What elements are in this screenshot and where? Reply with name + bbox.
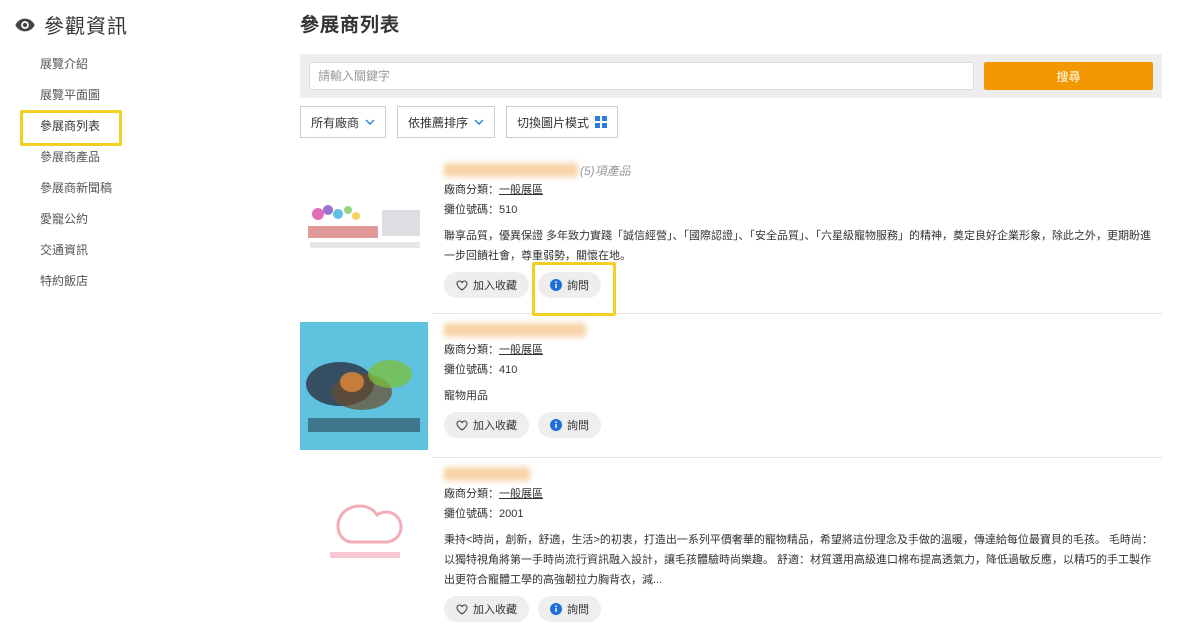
exhibitor-logo[interactable] — [300, 180, 428, 308]
eye-icon — [15, 18, 35, 31]
search-bar: 搜尋 — [300, 54, 1162, 98]
booth-number: 攤位號碼：410 — [444, 364, 518, 376]
inquiry-button[interactable]: 詢問 — [538, 596, 601, 622]
exhibitor-category: 廠商分類：一般展區 — [444, 184, 543, 196]
page-title: 參展商列表 — [300, 15, 401, 36]
exhibitor-category: 廠商分類：一般展區 — [444, 344, 543, 356]
info-icon — [550, 419, 562, 431]
sidebar-item-exhibitor-list[interactable]: 參展商列表 — [19, 110, 123, 149]
sort-label: 依推薦排序 — [408, 115, 469, 130]
chevron-down-icon — [474, 119, 484, 125]
exhibitor-logo[interactable] — [300, 468, 428, 596]
heart-icon — [456, 279, 468, 291]
sidebar-nav: 展覽介紹 展覽平面圖 參展商列表 參展商產品 參展商新聞稿 愛寵公約 交通資訊 … — [19, 56, 123, 304]
sidebar-item-partner-hotels[interactable]: 特約飯店 — [40, 273, 112, 304]
exhibitor-name[interactable] — [444, 163, 578, 177]
grid-icon — [595, 116, 608, 128]
heart-icon — [456, 603, 468, 615]
category-link[interactable]: 一般展區 — [499, 344, 543, 356]
inquiry-button[interactable]: 詢問 — [538, 272, 601, 298]
exhibitor-info: (5)項產品 廠商分類：一般展區 攤位號碼：510 聯享品質，優異保證 多年致力… — [444, 160, 1162, 298]
exhibitor-description: 聯享品質，優異保證 多年致力實踐「誠信經營」、「國際認證」、「安全品質」、「六星… — [444, 230, 1152, 262]
sidebar-item-pet-convention[interactable]: 愛寵公約 — [40, 211, 112, 242]
exhibitor-description: 秉持<時尚，創新，舒適，生活>的初衷，打造出一系列平價奢華的寵物精品，希望將這份… — [444, 534, 1153, 586]
sidebar-title: 參觀資訊 — [44, 16, 128, 38]
filter-bar: 所有廠商 依推薦排序 切換圖片模式 — [300, 106, 619, 138]
view-mode-label: 切換圖片模式 — [517, 115, 590, 130]
sidebar-header: 參觀資訊 — [14, 10, 128, 39]
product-count[interactable]: (5)項產品 — [580, 162, 631, 179]
card-divider — [432, 313, 1162, 314]
exhibitor-info: 廠商分類：一般展區 攤位號碼：2001 秉持<時尚，創新，舒適，生活>的初衷，打… — [444, 464, 1162, 622]
exhibitor-name[interactable] — [444, 467, 530, 481]
inquiry-button[interactable]: 詢問 — [538, 412, 601, 438]
add-favorite-button[interactable]: 加入收藏 — [444, 272, 529, 298]
search-button[interactable]: 搜尋 — [984, 62, 1153, 90]
info-icon — [550, 279, 562, 291]
chevron-down-icon — [365, 119, 375, 125]
exhibitor-description: 寵物用品 — [444, 390, 488, 402]
exhibitor-info: 廠商分類：一般展區 攤位號碼：410 寵物用品 加入收藏 詢問 — [444, 320, 1162, 438]
sidebar-item-exhibitor-products[interactable]: 參展商產品 — [40, 149, 112, 180]
sidebar-item-exhibitor-news[interactable]: 參展商新聞稿 — [40, 180, 112, 211]
category-link[interactable]: 一般展區 — [499, 184, 543, 196]
add-favorite-button[interactable]: 加入收藏 — [444, 596, 529, 622]
card-divider — [432, 457, 1162, 458]
vendor-filter-dropdown[interactable]: 所有廠商 — [300, 106, 387, 138]
exhibitor-name[interactable] — [444, 323, 586, 337]
add-favorite-button[interactable]: 加入收藏 — [444, 412, 529, 438]
search-input[interactable] — [309, 62, 974, 90]
view-mode-toggle[interactable]: 切換圖片模式 — [506, 106, 619, 138]
exhibitor-category: 廠商分類：一般展區 — [444, 488, 543, 500]
category-link[interactable]: 一般展區 — [499, 488, 543, 500]
vendor-filter-label: 所有廠商 — [311, 115, 360, 130]
heart-icon — [456, 419, 468, 431]
booth-number: 攤位號碼：510 — [444, 204, 518, 216]
sidebar-item-traffic-info[interactable]: 交通資訊 — [40, 242, 112, 273]
exhibitor-logo[interactable] — [300, 322, 428, 450]
sidebar: 參觀資訊 展覽介紹 展覽平面圖 參展商列表 參展商產品 參展商新聞稿 愛寵公約 … — [0, 0, 240, 632]
info-icon — [550, 603, 562, 615]
booth-number: 攤位號碼：2001 — [444, 508, 524, 520]
sort-dropdown[interactable]: 依推薦排序 — [397, 106, 496, 138]
sidebar-item-exhibition-intro[interactable]: 展覽介紹 — [40, 56, 112, 87]
